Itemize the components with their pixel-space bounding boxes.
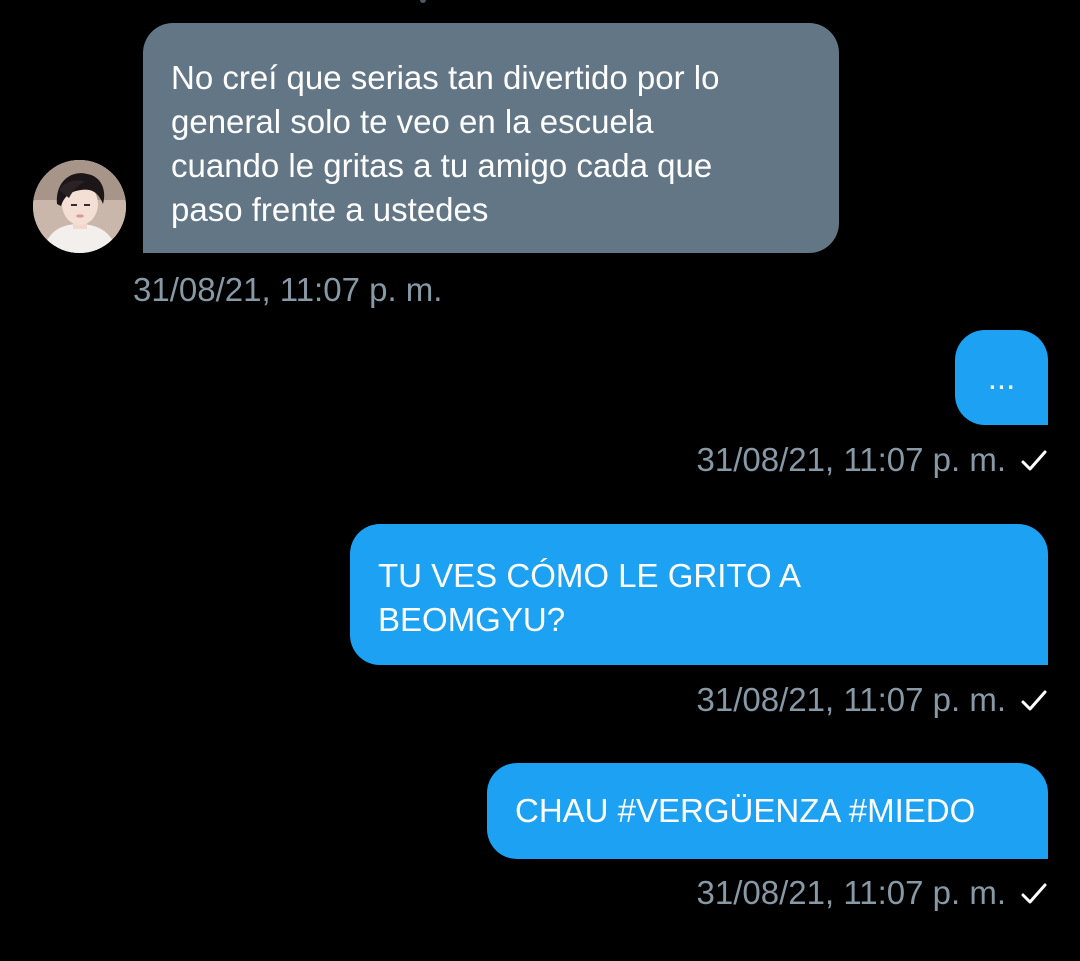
message-timestamp: 31/08/21, 11:07 p. m. — [696, 681, 1006, 718]
avatar[interactable] — [33, 160, 126, 253]
sent-message-bubble[interactable]: ... — [955, 330, 1048, 425]
previous-message-edge — [420, 0, 426, 3]
message-timestamp-row: 31/08/21, 11:07 p. m. — [697, 440, 1048, 480]
avatar-photo — [33, 160, 126, 253]
sent-message-bubble[interactable]: TU VES CÓMO LE GRITO A BEOMGYU? — [350, 524, 1048, 665]
message-timestamp: 31/08/21, 11:07 p. m. — [696, 874, 1006, 911]
message-timestamp: 31/08/21, 11:07 p. m. — [133, 271, 443, 308]
check-icon — [1021, 690, 1047, 711]
message-timestamp-row: 31/08/21, 11:07 p. m. — [697, 873, 1048, 913]
sent-message-bubble[interactable]: CHAU #VERGÜENZA #MIEDO — [487, 763, 1048, 859]
received-message-bubble[interactable]: No creí que serias tan divertido por lo … — [143, 23, 839, 253]
check-icon — [1021, 883, 1047, 904]
message-timestamp-row: 31/08/21, 11:07 p. m. — [697, 680, 1048, 720]
message-timestamp: 31/08/21, 11:07 p. m. — [696, 441, 1006, 478]
check-icon — [1021, 450, 1047, 471]
